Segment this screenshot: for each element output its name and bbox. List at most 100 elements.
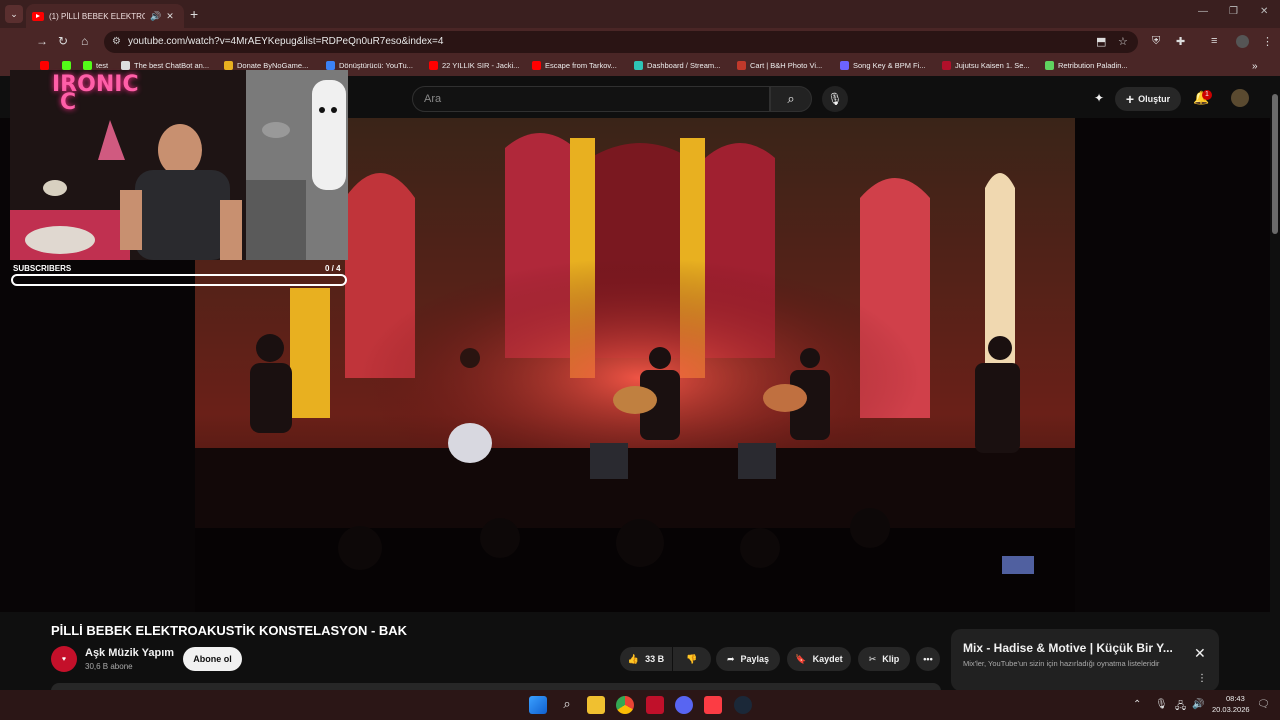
- chrome-icon[interactable]: [616, 696, 634, 714]
- address-bar[interactable]: ⚙ youtube.com/watch?v=4MrAEYKepug&list=R…: [104, 31, 1138, 53]
- home-icon[interactable]: ⌂: [81, 34, 88, 48]
- dislike-button[interactable]: 👎: [673, 647, 711, 671]
- like-button[interactable]: 👍 33 B: [620, 647, 672, 671]
- meme-image: [246, 70, 348, 260]
- tray-overflow-icon[interactable]: ⌃: [1133, 699, 1141, 710]
- volume-icon[interactable]: 🔊: [1192, 699, 1204, 710]
- url-text[interactable]: youtube.com/watch?v=4MrAEYKepug&list=RDP…: [128, 36, 443, 47]
- reload-icon[interactable]: ↻: [58, 34, 68, 48]
- bookmark-item[interactable]: Retribution Paladin...: [1045, 61, 1128, 70]
- tab-close-icon[interactable]: ✕: [166, 11, 174, 22]
- windows-taskbar: ⌕ ⌃ 🎙 🖧 🔊 08:43 20.03.2026 🗨: [0, 690, 1280, 720]
- youtube-favicon-icon: [429, 61, 438, 70]
- forward-icon[interactable]: →: [36, 34, 48, 48]
- bookmark-item[interactable]: Song Key & BPM Fi...: [840, 61, 926, 70]
- voice-search-button[interactable]: 🎙: [822, 86, 848, 112]
- wow-favicon-icon: [1045, 61, 1054, 70]
- video-title: PİLLİ BEBEK ELEKTROAKUSTİK KONSTELASYON …: [51, 623, 408, 638]
- obs-app-icon[interactable]: [646, 696, 664, 714]
- subscribers-goal-count: 0 / 4: [325, 264, 341, 273]
- network-icon[interactable]: 🖧: [1175, 699, 1186, 716]
- music-favicon-icon: [840, 61, 849, 70]
- restore-button[interactable]: ❐: [1229, 6, 1238, 17]
- youtube-favicon-icon: [32, 11, 44, 21]
- bookmark-item[interactable]: Dönüştürücü: YouTu...: [326, 61, 413, 70]
- discord-icon[interactable]: [675, 696, 693, 714]
- donate-favicon-icon: [224, 61, 233, 70]
- close-window-button[interactable]: ✕: [1260, 6, 1268, 17]
- thumbs-up-icon: 👍: [627, 653, 640, 664]
- browser-toolbar: → ↻ ⌂ ⚙ youtube.com/watch?v=4MrAEYKepug&…: [0, 28, 1280, 56]
- site-info-icon[interactable]: ⚙: [112, 36, 121, 47]
- more-actions-button[interactable]: •••: [916, 647, 940, 671]
- windows-start-icon[interactable]: [529, 696, 547, 714]
- bookmark-item[interactable]: Jujutsu Kaisen 1. Se...: [942, 61, 1030, 70]
- subscribers-goal-progress: [11, 274, 347, 286]
- profile-avatar[interactable]: [1236, 35, 1249, 48]
- speaker-icon[interactable]: 🔊: [150, 11, 161, 22]
- converter-favicon-icon: [326, 61, 335, 70]
- scrollbar-thumb[interactable]: [1272, 94, 1278, 234]
- bookmark-item[interactable]: [62, 61, 75, 70]
- extensions-icon[interactable]: ✚: [1176, 35, 1185, 48]
- taskbar-time[interactable]: 08:43: [1226, 694, 1245, 703]
- tab-title: (1) PİLLİ BEBEK ELEKTROAKUSTİK: [49, 11, 145, 21]
- mix-title[interactable]: Mix - Hadise & Motive | Küçük Bir Y...: [963, 641, 1188, 655]
- taskbar-date[interactable]: 20.03.2026: [1212, 705, 1250, 714]
- bookmark-item[interactable]: test: [83, 61, 108, 70]
- microphone-icon[interactable]: 🎙: [1155, 699, 1168, 710]
- bookmark-icon: 🔖: [795, 653, 807, 664]
- search-icon[interactable]: ⌕: [558, 696, 576, 714]
- mix-more-icon[interactable]: ⋮: [1197, 673, 1207, 684]
- share-label: Paylaş: [740, 654, 770, 664]
- clip-button[interactable]: ✂ Klip: [858, 647, 910, 671]
- install-app-icon[interactable]: ⬒: [1096, 35, 1106, 48]
- kick-favicon-icon: [62, 61, 71, 70]
- tab-search-button[interactable]: ⌄: [5, 5, 23, 23]
- bookmark-star-icon[interactable]: ☆: [1118, 35, 1128, 48]
- bookmark-item[interactable]: The best ChatBot an...: [121, 61, 209, 70]
- clip-label: Klip: [882, 654, 900, 664]
- new-tab-button[interactable]: +: [190, 6, 198, 22]
- share-icon: ➦: [726, 653, 735, 664]
- create-button[interactable]: + Oluştur: [1115, 87, 1181, 111]
- bookmark-item[interactable]: Escape from Tarkov...: [532, 61, 617, 70]
- minimize-button[interactable]: —: [1198, 6, 1208, 17]
- bookmark-item[interactable]: 22 YILLIK SIR - Jacki...: [429, 61, 519, 70]
- browser-tab-strip: ⌄ (1) PİLLİ BEBEK ELEKTROAKUSTİK 🔊 ✕ + —…: [0, 0, 1280, 28]
- subscribers-goal-label: SUBSCRIBERS: [13, 264, 72, 273]
- channel-avatar[interactable]: ♥: [51, 646, 77, 672]
- file-explorer-icon[interactable]: [587, 696, 605, 714]
- search-icon: ⌕: [787, 91, 795, 106]
- bookmark-item[interactable]: Donate ByNoGame...: [224, 61, 308, 70]
- thumbs-down-icon: 👎: [686, 653, 698, 664]
- reading-list-icon[interactable]: ≡: [1211, 35, 1217, 47]
- subscribe-button[interactable]: Abone ol: [183, 647, 242, 671]
- shield-extension-icon[interactable]: ⛨: [1152, 35, 1160, 48]
- active-tab[interactable]: (1) PİLLİ BEBEK ELEKTROAKUSTİK 🔊 ✕: [26, 4, 184, 28]
- bookmark-favicon-icon: [40, 61, 49, 70]
- share-button[interactable]: ➦ Paylaş: [716, 647, 780, 671]
- close-icon[interactable]: ✕: [1194, 645, 1206, 662]
- create-label: Oluştur: [1138, 94, 1171, 104]
- page-scrollbar[interactable]: [1270, 80, 1280, 690]
- cast-icon[interactable]: ✦: [1094, 91, 1104, 105]
- more-bookmarks-icon[interactable]: »: [1252, 61, 1258, 72]
- search-button[interactable]: ⌕: [770, 86, 812, 112]
- save-button[interactable]: 🔖 Kaydet: [787, 647, 851, 671]
- channel-neon-logo: IRONIC C: [52, 72, 139, 115]
- channel-name[interactable]: Aşk Müzik Yapım: [85, 647, 174, 659]
- bookmark-item[interactable]: [40, 61, 53, 70]
- steam-icon[interactable]: [734, 696, 752, 714]
- search-input[interactable]: Ara: [412, 86, 770, 112]
- bookmark-item[interactable]: Cart | B&H Photo Vi...: [737, 61, 822, 70]
- mix-playlist-panel[interactable]: Mix - Hadise & Motive | Küçük Bir Y... M…: [951, 629, 1219, 691]
- bookmark-item[interactable]: Dashboard / Stream...: [634, 61, 720, 70]
- music-app-icon[interactable]: [704, 696, 722, 714]
- browser-menu-icon[interactable]: ⋮: [1262, 35, 1273, 48]
- youtube-favicon-icon: [532, 61, 541, 70]
- notification-center-icon[interactable]: 🗨: [1257, 699, 1270, 710]
- notification-badge: 1: [1202, 90, 1212, 100]
- plus-icon: +: [1125, 91, 1135, 107]
- account-avatar[interactable]: [1231, 89, 1249, 107]
